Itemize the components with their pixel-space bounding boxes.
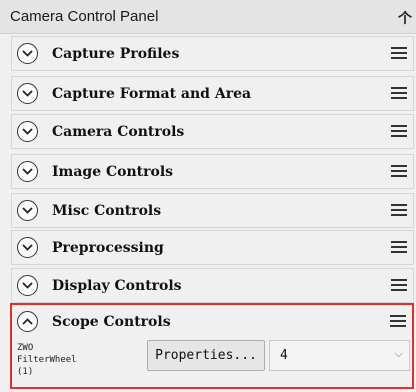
panel-label: Camera Controls	[52, 124, 185, 140]
panel-capture-profiles[interactable]: Capture Profiles	[11, 36, 414, 71]
filterwheel-label: ZWO FilterWheel (1)	[17, 343, 77, 377]
menu-icon[interactable]	[391, 87, 407, 101]
properties-button[interactable]: Properties...	[147, 340, 265, 371]
panel-image-controls[interactable]: Image Controls	[11, 154, 414, 189]
panel-capture-format[interactable]: Capture Format and Area	[11, 76, 414, 111]
panel-display-controls[interactable]: Display Controls	[11, 268, 414, 303]
title-bar: Camera Control Panel 个	[0, 0, 416, 34]
panel-label: Capture Format and Area	[52, 86, 252, 102]
panel-label: Scope Controls	[52, 314, 171, 330]
panel-camera-controls[interactable]: Camera Controls	[11, 114, 414, 149]
chevron-down-icon[interactable]	[17, 237, 38, 258]
window-title: Camera Control Panel	[10, 8, 159, 25]
chevron-up-icon[interactable]	[17, 311, 38, 332]
panel-label: Preprocessing	[52, 240, 164, 256]
menu-icon[interactable]	[391, 47, 407, 61]
chevron-down-icon[interactable]	[17, 121, 38, 142]
menu-icon[interactable]	[391, 204, 407, 218]
menu-icon[interactable]	[391, 279, 407, 293]
panel-label: Capture Profiles	[52, 46, 180, 62]
filter-select[interactable]: 4 ⌵	[269, 340, 410, 371]
chevron-down-icon[interactable]	[17, 275, 38, 296]
panel-scope-controls[interactable]: Scope Controls ZWO FilterWheel (1) Prope…	[10, 303, 414, 389]
chevron-down-icon[interactable]	[17, 83, 38, 104]
menu-icon[interactable]	[391, 165, 407, 179]
chevron-down-icon[interactable]: ⌵	[395, 348, 403, 361]
chevron-down-icon[interactable]	[17, 43, 38, 64]
panel-label: Image Controls	[52, 164, 174, 180]
chevron-down-icon[interactable]	[17, 161, 38, 182]
panel-label: Misc Controls	[52, 203, 162, 219]
pin-icon[interactable]: 个	[398, 8, 412, 28]
panel-preprocessing[interactable]: Preprocessing	[11, 230, 414, 265]
panel-misc-controls[interactable]: Misc Controls	[11, 193, 414, 228]
filter-select-value: 4	[280, 348, 288, 363]
chevron-down-icon[interactable]	[17, 200, 38, 221]
menu-icon[interactable]	[390, 315, 406, 329]
menu-icon[interactable]	[391, 241, 407, 255]
menu-icon[interactable]	[391, 125, 407, 139]
scope-body: ZWO FilterWheel (1) Properties... 4 ⌵	[12, 340, 411, 377]
panel-label: Display Controls	[52, 278, 182, 294]
